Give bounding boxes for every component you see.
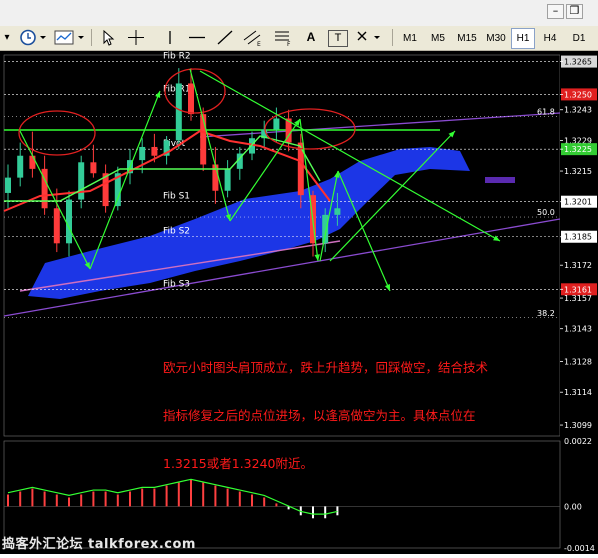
text-label-icon[interactable]: T bbox=[328, 30, 348, 47]
price-label: 1.3243 bbox=[564, 106, 592, 115]
cloud-tail bbox=[485, 177, 515, 183]
fibonacci-icon[interactable]: F bbox=[272, 28, 294, 48]
restore-button[interactable]: ❐ bbox=[566, 4, 583, 19]
svg-text:F: F bbox=[287, 41, 291, 47]
price-label: 1.3225 bbox=[564, 145, 592, 154]
candle-body bbox=[17, 155, 24, 178]
macd-scale-label: -0.0014 bbox=[564, 544, 595, 553]
hline-icon[interactable] bbox=[187, 28, 207, 47]
annotation-line: 欧元小时图头肩顶成立，跌上升趋势，回踩做空，结合技术 bbox=[163, 360, 489, 375]
ma-green-line bbox=[4, 135, 321, 202]
watermark: 捣客外汇论坛 talkforex.com bbox=[2, 537, 196, 552]
price-label: 1.3185 bbox=[564, 233, 592, 242]
chart-toolbar: ▾ E F A T M1 M5 M15 M30 H1 H4 D1 bbox=[0, 26, 598, 51]
wave-arrow-head bbox=[314, 254, 320, 261]
price-label: 1.3201 bbox=[564, 198, 592, 207]
price-label: 1.3099 bbox=[564, 421, 592, 430]
price-label: 1.3128 bbox=[564, 358, 592, 367]
minimize-button[interactable]: – bbox=[547, 4, 564, 19]
svg-text:E: E bbox=[257, 41, 261, 47]
candle-body bbox=[139, 146, 146, 161]
channel-line-upper bbox=[199, 112, 561, 138]
price-label: 1.3250 bbox=[564, 90, 592, 99]
price-label: 1.3157 bbox=[564, 294, 592, 303]
pivot-label: Fib S2 bbox=[163, 227, 190, 237]
templates-icon[interactable] bbox=[52, 28, 86, 47]
macd-scale-label: 0.0022 bbox=[564, 437, 592, 446]
candle-body bbox=[29, 155, 36, 169]
timeframe-m5-button[interactable]: M5 bbox=[424, 28, 452, 49]
pivot-label: Fib S1 bbox=[163, 192, 190, 202]
wave-arrow-line bbox=[189, 68, 231, 222]
candle-body bbox=[334, 208, 341, 215]
candle-body bbox=[5, 177, 11, 193]
price-label: 1.3265 bbox=[564, 58, 592, 67]
candle-body bbox=[53, 208, 60, 244]
price-label: 1.3143 bbox=[564, 325, 592, 334]
price-label: 1.3215 bbox=[564, 167, 592, 176]
candle-body bbox=[90, 162, 97, 174]
wave-arrow-head bbox=[155, 91, 161, 98]
candle-body bbox=[273, 118, 280, 130]
fib-label: 61.8 bbox=[537, 107, 555, 116]
macd-scale-label: 0.00 bbox=[564, 502, 582, 511]
vline-icon[interactable] bbox=[162, 28, 178, 47]
dropdown-arrow-icon[interactable]: ▾ bbox=[1, 28, 13, 47]
timeframe-m1-button[interactable]: M1 bbox=[396, 28, 424, 49]
price-label: 1.3114 bbox=[564, 388, 592, 397]
timeframe-m15-button[interactable]: M15 bbox=[452, 28, 482, 49]
equidistant-channel-icon[interactable]: E bbox=[242, 28, 264, 48]
price-label: 1.3161 bbox=[564, 285, 592, 294]
cursor-icon[interactable] bbox=[98, 28, 118, 47]
candle-body bbox=[78, 162, 85, 200]
candle-body bbox=[151, 146, 158, 156]
clock-icon[interactable] bbox=[18, 28, 48, 47]
trendline-icon[interactable] bbox=[215, 28, 235, 47]
crosshair-icon[interactable] bbox=[126, 28, 146, 47]
candle-body bbox=[200, 114, 207, 165]
candle-body bbox=[322, 214, 329, 244]
candle-body bbox=[175, 83, 182, 141]
fib-label: 38.2 bbox=[537, 309, 555, 318]
timeframe-m30-button[interactable]: M30 bbox=[481, 28, 511, 49]
candle-body bbox=[224, 168, 231, 191]
price-label: 1.3172 bbox=[564, 261, 592, 270]
annotation-text: 欧元小时图头肩顶成立，跌上升趋势，回踩做空，结合技术 指标修复之后的点位进场，以… bbox=[163, 328, 563, 488]
candle-body bbox=[188, 83, 194, 115]
fib-label: 50.0 bbox=[537, 208, 555, 217]
pivot-label: Fib R2 bbox=[163, 52, 191, 62]
text-icon[interactable]: A bbox=[302, 28, 320, 47]
left-shoulder-ellipse bbox=[18, 110, 96, 156]
pivot-label: Fib S3 bbox=[163, 279, 190, 289]
timeframe-h4-button[interactable]: H4 bbox=[537, 28, 563, 49]
arrows-icon[interactable] bbox=[354, 28, 384, 47]
annotation-line: 指标修复之后的点位进场，以逢高做空为主。具体点位在 bbox=[163, 408, 476, 423]
annotation-line: 1.3215或者1.3240附近。 bbox=[163, 456, 313, 471]
timeframe-h1-button[interactable]: H1 bbox=[511, 28, 535, 49]
timeframe-d1-button[interactable]: D1 bbox=[565, 28, 593, 49]
window-titlebar: – ❐ bbox=[0, 0, 598, 27]
candle-body bbox=[66, 199, 72, 244]
